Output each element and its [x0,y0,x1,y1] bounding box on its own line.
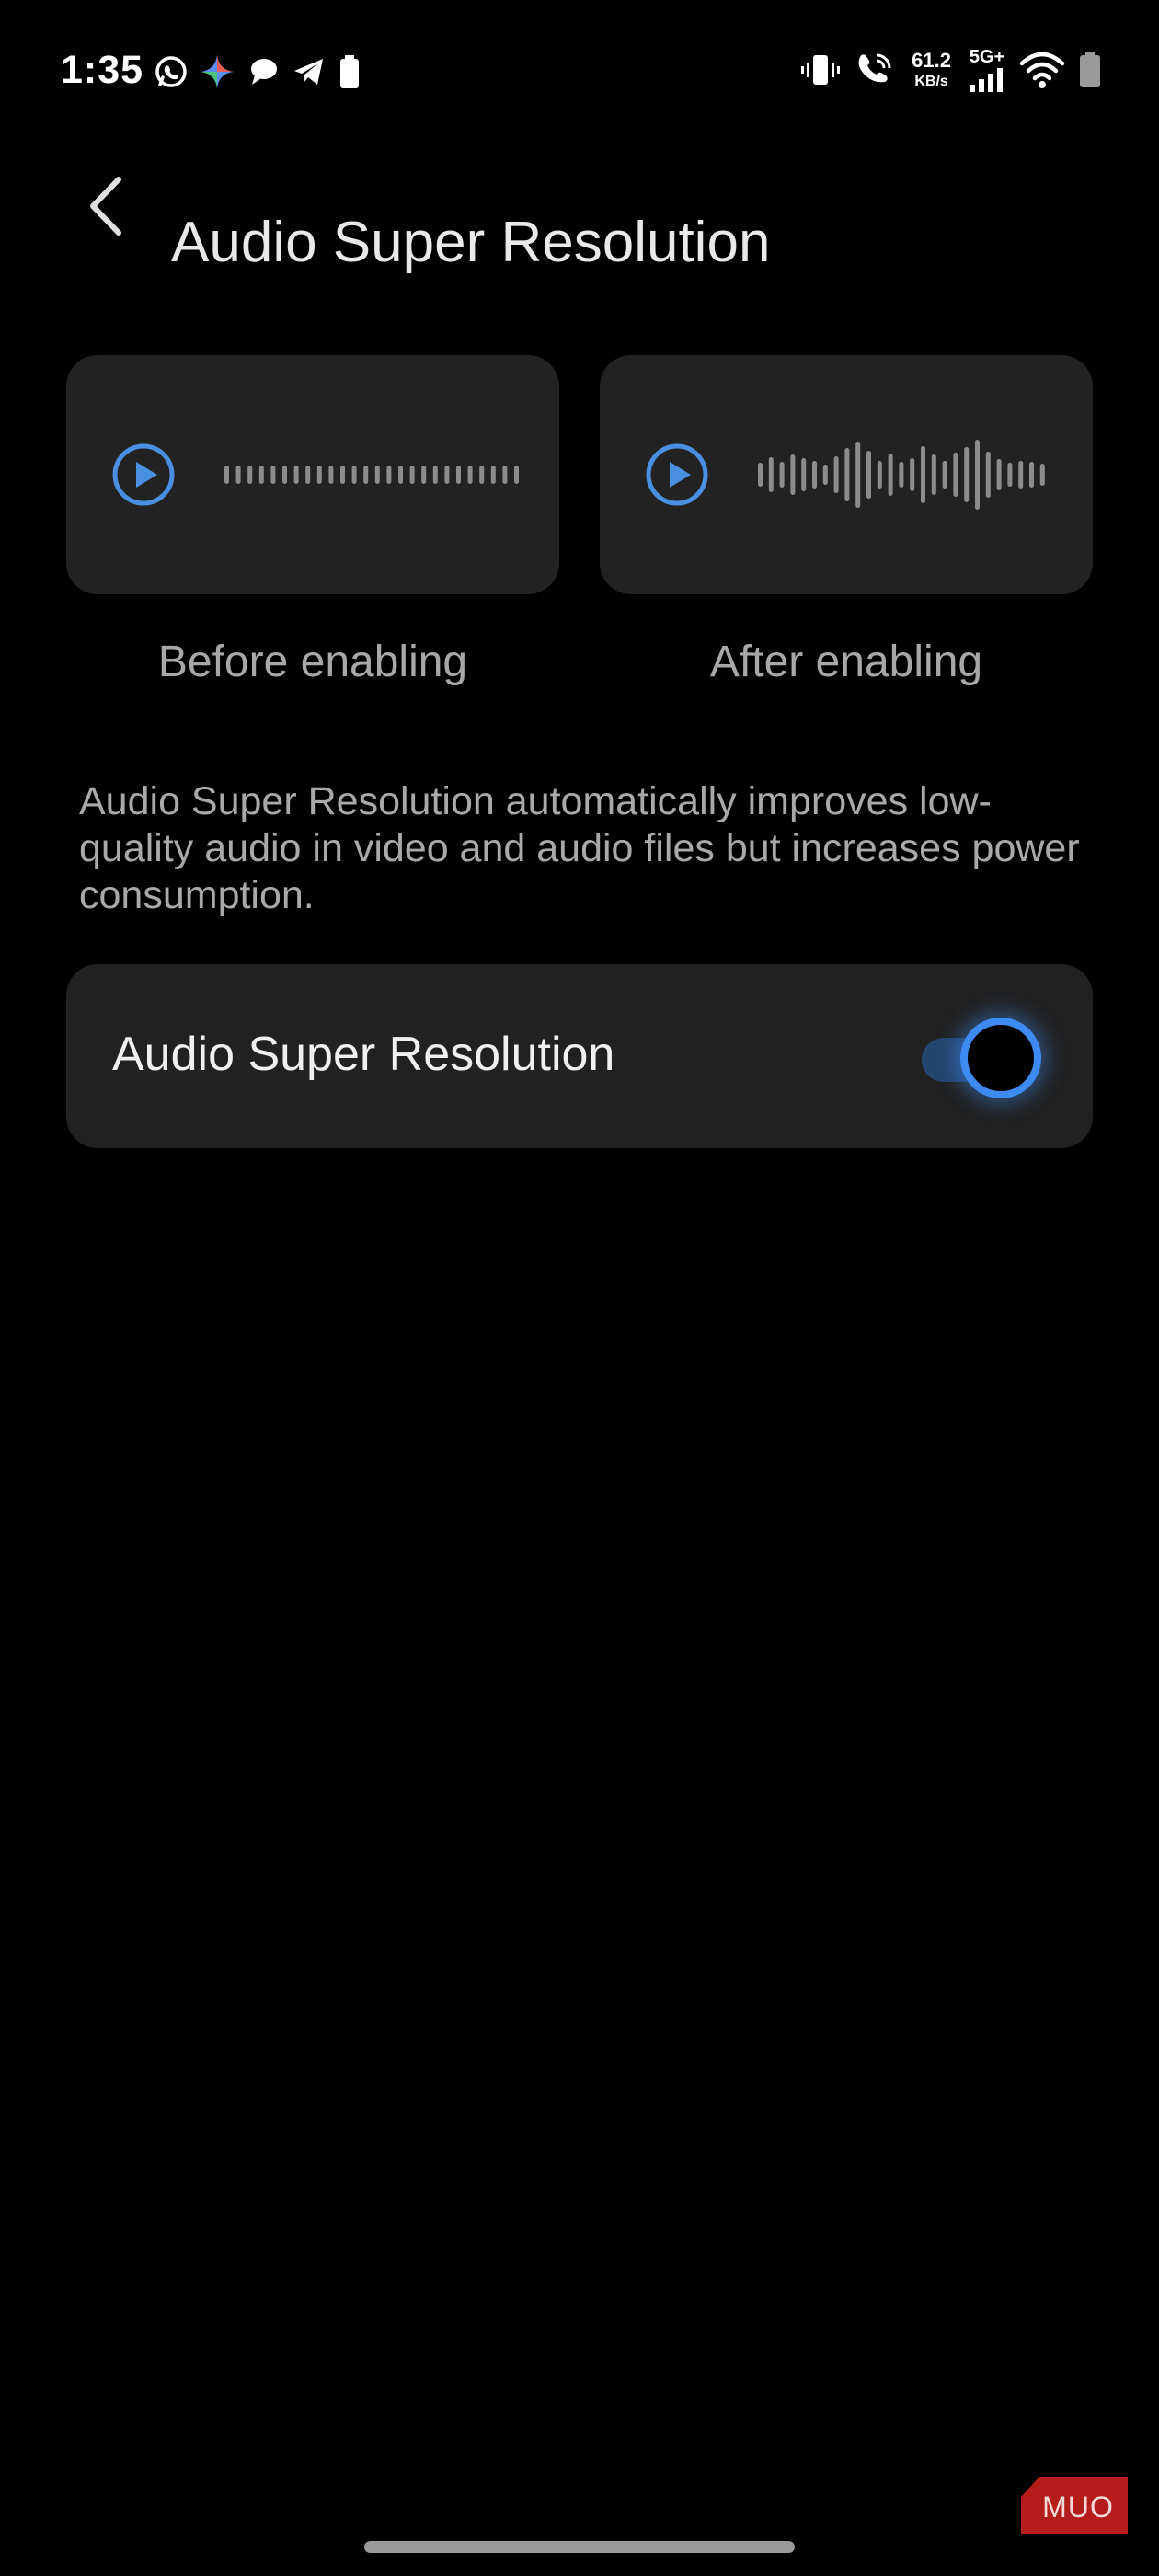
waveform-bar [316,466,322,484]
waveform-bar [877,461,882,489]
app-header: Audio Super Resolution [0,156,1159,274]
waveform-bar [258,466,264,484]
svg-text:MUO: MUO [1042,2490,1114,2524]
chat-icon [251,59,277,85]
network-speed-unit: KB/s [914,74,948,89]
waveform-bar [833,456,839,493]
waveform-bar [386,466,392,484]
home-indicator[interactable] [364,2541,795,2553]
gemini-icon [201,55,234,88]
waveform-bar [328,466,334,484]
waveform-bar [975,440,980,510]
notification-icons [153,53,364,90]
waveform-bar [409,466,415,484]
waveform-bar [340,466,345,484]
waveform-bar [398,466,403,484]
waveform-bar [812,461,817,489]
waveform-bar [996,459,1002,490]
status-time: 1:35 [61,48,144,92]
chevron-left-icon [90,177,121,236]
battery-notification-icon [340,55,359,88]
waveform-bar [1029,462,1034,488]
waveform-bar [374,466,380,484]
waveform-bar [779,462,785,488]
play-icon[interactable] [110,442,177,508]
waveform-bar [235,466,241,484]
audio-super-resolution-setting[interactable]: Audio Super Resolution [66,964,1093,1148]
battery-icon [1080,52,1100,87]
waveform-bar [490,466,496,484]
waveform-bar [305,466,311,484]
network-type-label: 5G+ [969,47,1005,67]
waveform-bar [768,457,774,492]
telegram-icon [294,59,323,85]
vibrate-icon [801,55,841,85]
network-speed-value: 61.2 [912,49,951,72]
waveform-bar [921,446,925,503]
waveform-bar [502,466,508,484]
waveform-bar [855,442,861,508]
waveform-bar [1039,464,1045,486]
muo-watermark-logo: MUO [1021,2477,1128,2534]
waveform-bar [467,466,473,484]
network-speed: 61.2 KB/s [912,51,951,89]
preview-card-before[interactable] [66,355,559,594]
waveform-bar [822,465,828,485]
preview-card-after[interactable] [600,355,1093,594]
waveform-before [224,466,519,484]
waveform-bar [844,448,850,501]
system-status-icons: 61.2 KB/s 5G+ [799,48,1102,92]
waveform-bar [1018,461,1024,489]
status-bar: 1:35 61.2 KB/s 5G+ [0,0,1159,147]
toggle-thumb [960,1018,1041,1098]
network-type: 5G+ [968,48,1006,92]
page-title: Audio Super Resolution [171,210,771,274]
waveform-bar [899,462,904,488]
audio-super-resolution-toggle[interactable] [907,1016,1045,1098]
waveform-bar [931,454,936,495]
waveform-bar [514,466,519,484]
waveform-bar [351,466,357,484]
waveform-bar [363,466,369,484]
waveform-bar [1007,463,1013,487]
play-icon[interactable] [644,442,710,508]
waveform-bar [432,466,438,484]
waveform-bar [456,466,461,484]
feature-description: Audio Super Resolution automatically imp… [79,779,1080,917]
waveform-bar [985,452,991,498]
waveform-bar [270,466,276,484]
waveform-bar [421,466,427,484]
wifi-icon [1019,52,1065,88]
wifi-calling-icon [858,53,891,83]
waveform-bar [758,463,763,487]
preview-label-after: After enabling [709,638,983,686]
whatsapp-icon [155,56,187,87]
waveform-bar [247,466,253,484]
waveform-after [758,440,1045,510]
preview-label-before: Before enabling [157,638,468,686]
waveform-bar [888,454,893,496]
waveform-bar [293,466,299,484]
waveform-bar [444,466,450,484]
waveform-bar [953,453,958,497]
waveform-bar [282,466,287,484]
waveform-bar [790,454,796,495]
waveform-bar [964,447,970,502]
waveform-bar [801,458,807,491]
signal-icon [970,68,1003,92]
setting-label: Audio Super Resolution [112,1028,615,1081]
waveform-bar [479,466,485,484]
waveform-bar [866,451,871,499]
waveform-bar [910,458,915,491]
waveform-bar [224,466,229,484]
waveform-bar [942,461,947,489]
back-button[interactable] [74,169,138,243]
